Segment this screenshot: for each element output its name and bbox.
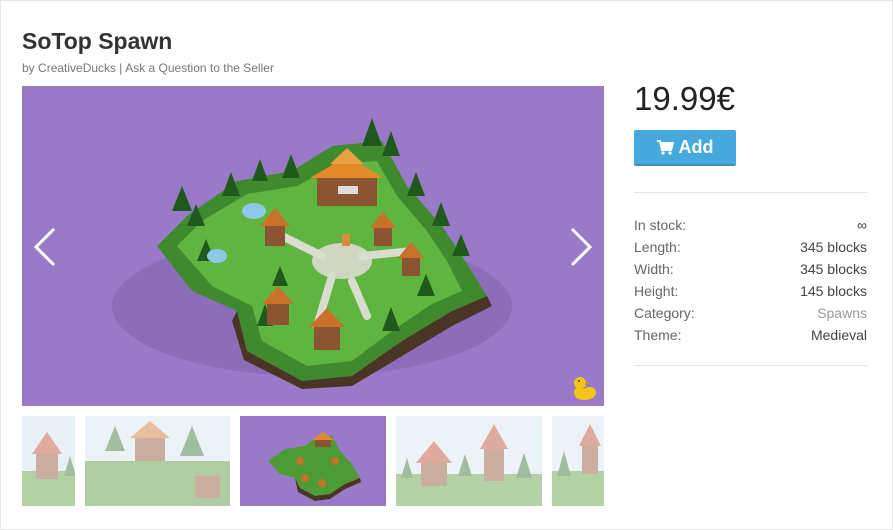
map-render-image: [112, 118, 512, 389]
spec-label: In stock:: [634, 217, 687, 233]
duck-logo-icon: [574, 377, 596, 400]
spec-label: Theme:: [634, 327, 682, 343]
spec-value: ∞: [857, 217, 867, 233]
byline-separator: |: [119, 61, 123, 75]
spec-label: Length:: [634, 239, 681, 255]
thumbnail-2[interactable]: [85, 416, 230, 506]
add-button-label: Add: [678, 136, 714, 157]
thumbnail-strip: [22, 416, 604, 506]
product-title: SoTop Spawn: [22, 28, 173, 54]
spec-label: Width:: [634, 261, 674, 277]
spec-value: Medieval: [810, 327, 867, 343]
spec-list: In stock: ∞ Length: 345 blocks Width: 34…: [634, 214, 867, 346]
thumbnail-5[interactable]: [552, 416, 604, 506]
spec-row-length: Length: 345 blocks: [634, 236, 867, 258]
divider-top: [634, 192, 867, 193]
chevron-right-icon[interactable]: [568, 226, 594, 268]
spec-label: Category:: [634, 305, 695, 321]
product-byline: by CreativeDucks | Ask a Question to the S…: [22, 61, 274, 75]
spec-row-stock: In stock: ∞: [634, 214, 867, 236]
spec-row-height: Height: 145 blocks: [634, 280, 867, 302]
thumbnail-1[interactable]: [22, 416, 75, 506]
spec-value: 345 blocks: [800, 261, 867, 277]
thumbnail-3-active[interactable]: [240, 416, 386, 506]
spec-row-category: Category: Spawns: [634, 302, 867, 324]
category-link[interactable]: Spawns: [817, 305, 867, 321]
spec-label: Height:: [634, 283, 679, 299]
spec-value: 145 blocks: [800, 283, 867, 299]
chevron-left-icon[interactable]: [32, 226, 58, 268]
divider-bottom: [634, 365, 867, 366]
byline-prefix: by: [22, 61, 35, 75]
shopping-cart-icon: [656, 139, 674, 155]
spec-value: 345 blocks: [800, 239, 867, 255]
thumbnail-4[interactable]: [396, 416, 542, 506]
spec-row-width: Width: 345 blocks: [634, 258, 867, 280]
ask-seller-link[interactable]: Ask a Question to the Seller: [125, 61, 274, 75]
author-link[interactable]: CreativeDucks: [38, 61, 116, 75]
add-to-cart-button[interactable]: Add: [634, 130, 736, 166]
product-price: 19.99€: [634, 80, 735, 117]
spec-row-theme: Theme: Medieval: [634, 324, 867, 346]
hero-image[interactable]: [22, 86, 604, 406]
